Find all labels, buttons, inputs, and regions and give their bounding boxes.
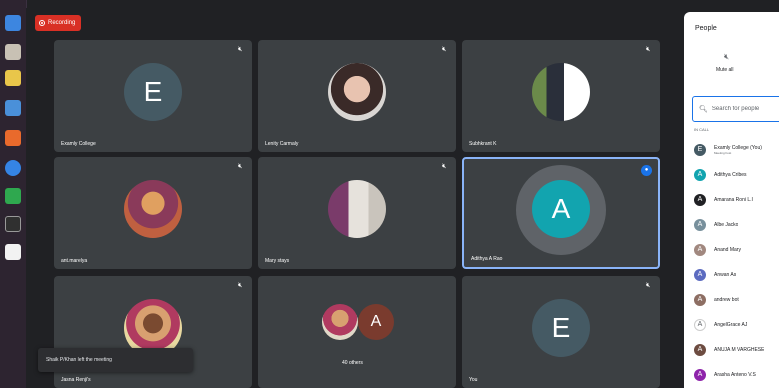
mute-all-button[interactable]: Mute all xyxy=(716,67,734,73)
help-app-icon[interactable] xyxy=(5,160,21,176)
avatar: A xyxy=(358,304,394,340)
list-item[interactable]: A AngelGrace AJ xyxy=(694,312,779,337)
avatar: A xyxy=(694,218,706,231)
participant-name: Albe Jacko xyxy=(714,221,739,228)
mic-off-icon: 🔇︎ xyxy=(442,46,447,53)
avatar xyxy=(328,180,386,238)
calc-app-icon[interactable] xyxy=(5,188,21,204)
list-item[interactable]: A Adithya Cribes xyxy=(694,162,779,187)
search-input[interactable] xyxy=(711,106,772,112)
list-item[interactable]: A Arasha Anteno V.S xyxy=(694,362,779,387)
avatar: A xyxy=(694,168,706,181)
avatar: A xyxy=(694,268,706,281)
avatar: A xyxy=(694,293,706,306)
text-editor-app-icon[interactable] xyxy=(5,244,21,260)
avatar xyxy=(124,180,182,238)
folder-app-icon[interactable] xyxy=(5,44,21,60)
list-item[interactable]: A Amarana Roni L.I xyxy=(694,187,779,212)
participant-tile-speaking[interactable]: ● A Adithya A Rao xyxy=(462,157,660,269)
participant-name: Subhkrant K xyxy=(469,141,497,147)
list-item[interactable]: A ANUJA M VARGHESE xyxy=(694,337,779,362)
speaking-indicator-icon: ● xyxy=(641,165,652,176)
participant-role: Meeting host xyxy=(714,150,732,155)
participant-name: Jasna Renji's xyxy=(61,377,91,383)
participant-name: Adithya A Rao xyxy=(471,256,503,262)
participant-name: Examly College xyxy=(61,141,96,147)
participant-list: E Examly College (You) Meeting host A Adi… xyxy=(694,137,779,387)
avatar: A xyxy=(694,193,706,206)
mic-off-icon: 🔇︎ xyxy=(238,282,243,289)
avatar: E xyxy=(124,63,182,121)
panel-title: People xyxy=(695,25,717,32)
terminal-app-icon[interactable] xyxy=(5,216,21,232)
participant-name: Examly College (You) xyxy=(714,144,762,151)
participant-name: ant.marelya xyxy=(61,258,88,264)
files-app-icon[interactable] xyxy=(5,15,21,31)
participant-name: andrew bot xyxy=(714,296,739,303)
participant-name: Lenity Carmaly xyxy=(265,141,299,147)
participant-tile[interactable]: 🔇︎ ant.marelya xyxy=(54,157,252,269)
participant-name: Amarana Roni L.I xyxy=(714,196,753,203)
avatar: A xyxy=(532,180,590,238)
mic-off-icon: 🔇︎ xyxy=(238,163,243,170)
participant-tile[interactable]: 🔇︎ E Examly College xyxy=(54,40,252,152)
participant-tile[interactable]: 🔇︎ Subhkrant K xyxy=(462,40,660,152)
people-panel: People 🔇︎ Mute all 🔍︎ IN CALL E Examly C… xyxy=(684,12,779,388)
avatar xyxy=(532,63,590,121)
record-icon xyxy=(39,20,45,26)
participant-name: AngelGrace AJ xyxy=(714,321,748,328)
list-item[interactable]: A Anwan As xyxy=(694,262,779,287)
mic-off-icon: 🔇︎ xyxy=(238,46,243,53)
writer-app-icon[interactable] xyxy=(5,100,21,116)
others-count: 40 others xyxy=(342,360,363,366)
search-box[interactable]: 🔍︎ xyxy=(692,96,779,122)
recording-badge: Recording xyxy=(35,15,82,31)
mic-off-icon: 🔇︎ xyxy=(442,163,447,170)
participant-tile[interactable]: 🔇︎ Lenity Carmaly xyxy=(258,40,456,152)
participant-name: Mary stays xyxy=(265,258,290,264)
participant-name: Arasha Anteno V.S xyxy=(714,371,756,378)
list-item[interactable]: A andrew bot xyxy=(694,287,779,312)
participant-name: Anand Mary xyxy=(714,246,741,253)
participant-name: ANUJA M VARGHESE xyxy=(714,346,765,353)
mic-off-icon: 🔇︎ xyxy=(646,282,651,289)
participant-name: Anwan As xyxy=(714,271,737,278)
notification-toast: Shaik P/Khan left the meeting xyxy=(38,348,193,372)
avatar: A xyxy=(694,343,706,356)
avatar: A xyxy=(694,368,706,381)
avatar: E xyxy=(532,299,590,357)
section-label: IN CALL xyxy=(694,127,710,132)
video-grid: 🔇︎ E Examly College 🔇︎ Lenity Carmaly 🔇︎… xyxy=(54,40,660,388)
self-tile[interactable]: 🔇︎ E You xyxy=(462,276,660,388)
mute-all-icon[interactable]: 🔇︎ xyxy=(724,52,729,62)
avatar xyxy=(328,63,386,121)
participant-name: Adithya Cribes xyxy=(714,171,747,178)
participant-name: You xyxy=(469,377,478,383)
participant-tile[interactable]: 🔇︎ Mary stays xyxy=(258,157,456,269)
recording-label: Recording xyxy=(48,20,76,26)
meeting-stage: Recording 🔇︎ E Examly College 🔇︎ Lenity … xyxy=(26,8,682,388)
rhythmbox-app-icon[interactable] xyxy=(5,70,21,86)
others-tile[interactable]: A 40 others xyxy=(258,276,456,388)
search-icon: 🔍︎ xyxy=(699,106,708,113)
avatar: E xyxy=(694,143,706,156)
list-item[interactable]: A Anand Mary xyxy=(694,237,779,262)
list-item[interactable]: A Albe Jacko xyxy=(694,212,779,237)
list-item[interactable]: E Examly College (You) Meeting host xyxy=(694,137,779,162)
software-app-icon[interactable] xyxy=(5,130,21,146)
avatar xyxy=(322,304,358,340)
mic-off-icon: 🔇︎ xyxy=(646,46,651,53)
avatar: A xyxy=(694,243,706,256)
avatar: A xyxy=(694,318,706,331)
os-dock xyxy=(0,0,27,388)
